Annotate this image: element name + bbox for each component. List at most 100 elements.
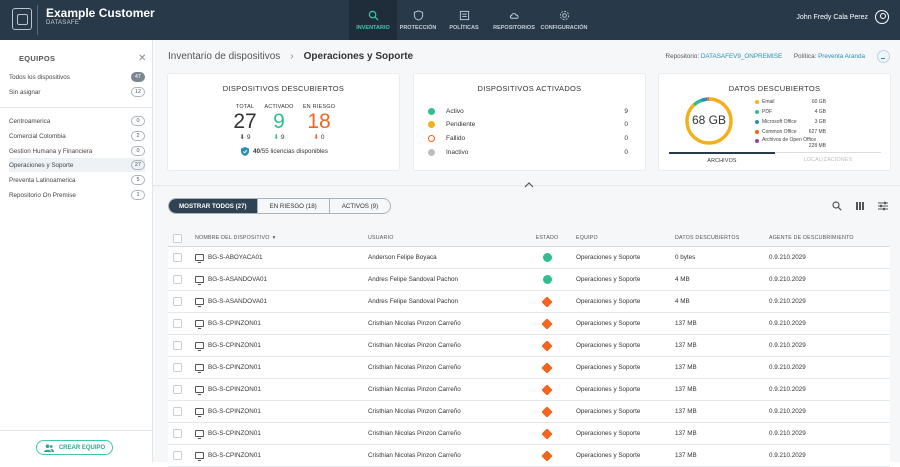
filter-at-risk[interactable]: EN RIESGO (18)	[258, 199, 330, 213]
nav-configuracion[interactable]: CONFIGURACIÓN	[539, 0, 589, 40]
filter-settings-icon[interactable]	[878, 201, 888, 211]
device-cell[interactable]: BG-S-CPINZON01	[182, 452, 368, 461]
row-checkbox[interactable]	[173, 319, 182, 328]
table-row[interactable]: BG-S-CPINZON01 Cristhian Nicolas Pinzon C…	[168, 335, 890, 357]
device-cell[interactable]: BG-S-ASANDOVA01	[182, 298, 368, 307]
table-row[interactable]: BG-S-ASANDOVA01 Andres Felipe Sandoval Pa…	[168, 269, 890, 291]
legend-value: 60 GB	[811, 98, 826, 105]
row-checkbox[interactable]	[173, 275, 182, 284]
device-cell[interactable]: BG-S-ASANDOVA01	[182, 276, 368, 285]
status-cell	[522, 405, 572, 418]
agent-cell: 0.9.210.2029	[769, 254, 806, 261]
sidebar-item-repositorio[interactable]: Repositorio On Premise 1	[9, 188, 145, 202]
close-icon[interactable]: ✕	[138, 53, 146, 64]
user-avatar-icon[interactable]	[875, 10, 889, 24]
monitor-icon	[195, 342, 204, 351]
chevron-up-icon[interactable]	[524, 181, 534, 189]
status-risk-icon	[541, 449, 553, 462]
app-logo[interactable]	[12, 8, 32, 30]
download-icon[interactable]	[877, 50, 890, 63]
header-cell[interactable]: DATOS DESCUBIERTOS	[675, 235, 769, 241]
inactive-icon	[428, 149, 435, 156]
device-name: BG-S-CPINZON01	[208, 342, 261, 349]
sidebar-item-unassigned[interactable]: Sin asignar 12	[9, 85, 145, 99]
table-row[interactable]: BG-S-CPINZON01 Cristhian Nicolas Pinzon C…	[168, 445, 890, 467]
row-checkbox[interactable]	[173, 341, 182, 350]
nav-inventario[interactable]: INVENTARIO	[349, 0, 397, 40]
company-name: Example Customer	[46, 6, 155, 20]
row-checkbox[interactable]	[173, 385, 182, 394]
select-all-checkbox[interactable]	[173, 233, 182, 243]
user-menu[interactable]: John Fredy Cala Perez	[796, 10, 889, 24]
user-cell: Cristhian Nicolas Pinzon Carreño	[368, 342, 461, 349]
create-team-button[interactable]: CREAR EQUIPO	[36, 440, 113, 455]
table-row[interactable]: BG-S-CPINZON01 Cristhian Nicolas Pinzon C…	[168, 401, 890, 423]
header-cell[interactable]: USUARIO	[368, 235, 522, 241]
row-checkbox[interactable]	[173, 253, 182, 262]
status-cell	[522, 427, 572, 440]
nav-proteccion[interactable]: PROTECCIÓN	[397, 0, 439, 40]
device-name: BG-S-CPINZON01	[208, 430, 261, 437]
device-cell[interactable]: BG-S-CPINZON01	[182, 342, 368, 351]
row-checkbox[interactable]	[173, 429, 182, 438]
repo-link[interactable]: DATASAFEV9_ONPREMISE	[701, 53, 782, 60]
row-checkbox[interactable]	[173, 297, 182, 306]
status-risk-icon	[541, 383, 553, 396]
tab-localizaciones[interactable]: LOCALIZACIONES	[775, 153, 881, 164]
stat-value: 27	[233, 110, 257, 133]
activated-row-inactive: Inactivo 0	[428, 146, 628, 159]
device-cell[interactable]: BG-S-CPINZON01	[182, 430, 368, 439]
device-cell[interactable]: BG-S-CPINZON01	[182, 364, 368, 373]
sidebar-item-label: Comercial Colombia	[9, 132, 66, 140]
table-row[interactable]: BG-S-CPINZON01 Cristhian Nicolas Pinzon C…	[168, 357, 890, 379]
breadcrumb-parent[interactable]: Inventario de dispositivos	[168, 51, 280, 62]
nav-label: PROTECCIÓN	[399, 24, 437, 31]
device-cell[interactable]: BG-S-CPINZON01	[182, 386, 368, 395]
filter-active[interactable]: ACTIVOS (9)	[330, 199, 390, 213]
table-row[interactable]: BG-S-CPINZON01 Cristhian Nicolas Pinzon C…	[168, 423, 890, 445]
device-cell[interactable]: BG-S-ABOYACA01	[182, 254, 368, 263]
policy-link[interactable]: Preventa Aranda	[818, 53, 865, 60]
table-row[interactable]: BG-S-CPINZON01 Cristhian Nicolas Pinzon C…	[168, 379, 890, 401]
nav-repositorios[interactable]: REPOSITORIOS	[489, 0, 539, 40]
sidebar-item-comercial-colombia[interactable]: Comercial Colombia 2	[9, 129, 145, 143]
header-cell[interactable]: EQUIPO	[572, 235, 675, 241]
row-checkbox[interactable]	[173, 363, 182, 372]
row-checkbox[interactable]	[173, 407, 182, 416]
sidebar-item-operaciones-soporte[interactable]: Operaciones y Soporte 27	[9, 158, 145, 172]
sidebar-item-gestion-humana[interactable]: Gestion Humana y Financiera 0	[9, 144, 145, 158]
stat-activated: ACTIVADO 9 ⬇ 9	[264, 104, 294, 141]
row-select-cell	[168, 319, 182, 328]
status-cell	[522, 339, 572, 352]
main-content: Inventario de dispositivos › Operaciones y…	[153, 40, 900, 467]
table-row[interactable]: BG-S-ABOYACA01 Anderson Felipe Boyaca Oper…	[168, 247, 890, 269]
delta-value: 9	[246, 134, 251, 141]
count-badge: 2	[131, 131, 145, 141]
row-checkbox[interactable]	[173, 451, 182, 460]
agent-cell: 0.9.210.2029	[769, 386, 806, 393]
clock-icon	[428, 121, 435, 128]
filter-show-all[interactable]: MOSTRAR TODOS (27)	[169, 199, 258, 213]
tab-archivos[interactable]: ARCHIVOS	[669, 152, 775, 164]
sidebar-item-centroamerica[interactable]: Centroamerica 0	[9, 114, 145, 128]
header-cell[interactable]: AGENTE DE DESCUBRIMIENTO	[769, 235, 890, 241]
table-row[interactable]: BG-S-ASANDOVA01 Andres Felipe Sandoval Pa…	[168, 291, 890, 313]
device-cell[interactable]: BG-S-CPINZON01	[182, 320, 368, 329]
status-cell	[522, 253, 572, 262]
table-body: BG-S-ABOYACA01 Anderson Felipe Boyaca Oper…	[168, 247, 890, 467]
search-icon[interactable]	[832, 201, 842, 211]
header-cell[interactable]: ESTADO	[522, 235, 572, 241]
table-row[interactable]: BG-S-CPINZON01 Cristhian Nicolas Pinzon C…	[168, 313, 890, 335]
card-title: DATOS DESCUBIERTOS	[728, 84, 821, 93]
top-bar: Example Customer DATASAFE INVENTARIO PRO…	[0, 0, 900, 40]
agent-cell: 0.9.210.2029	[769, 342, 806, 349]
header-cell[interactable]: NOMBRE DEL DISPOSITIVO ▾	[182, 235, 368, 241]
status-risk-icon	[541, 339, 553, 352]
nav-politicas[interactable]: POLÍTICAS	[439, 0, 489, 40]
device-name: BG-S-ASANDOVA01	[208, 298, 268, 305]
columns-icon[interactable]	[855, 201, 865, 211]
sidebar-item-preventa[interactable]: Preventa Latinoamerica 5	[9, 173, 145, 187]
device-cell[interactable]: BG-S-CPINZON01	[182, 408, 368, 417]
monitor-icon	[195, 276, 204, 285]
sidebar-item-all-devices[interactable]: Todos los dispositivos 47	[9, 70, 145, 84]
